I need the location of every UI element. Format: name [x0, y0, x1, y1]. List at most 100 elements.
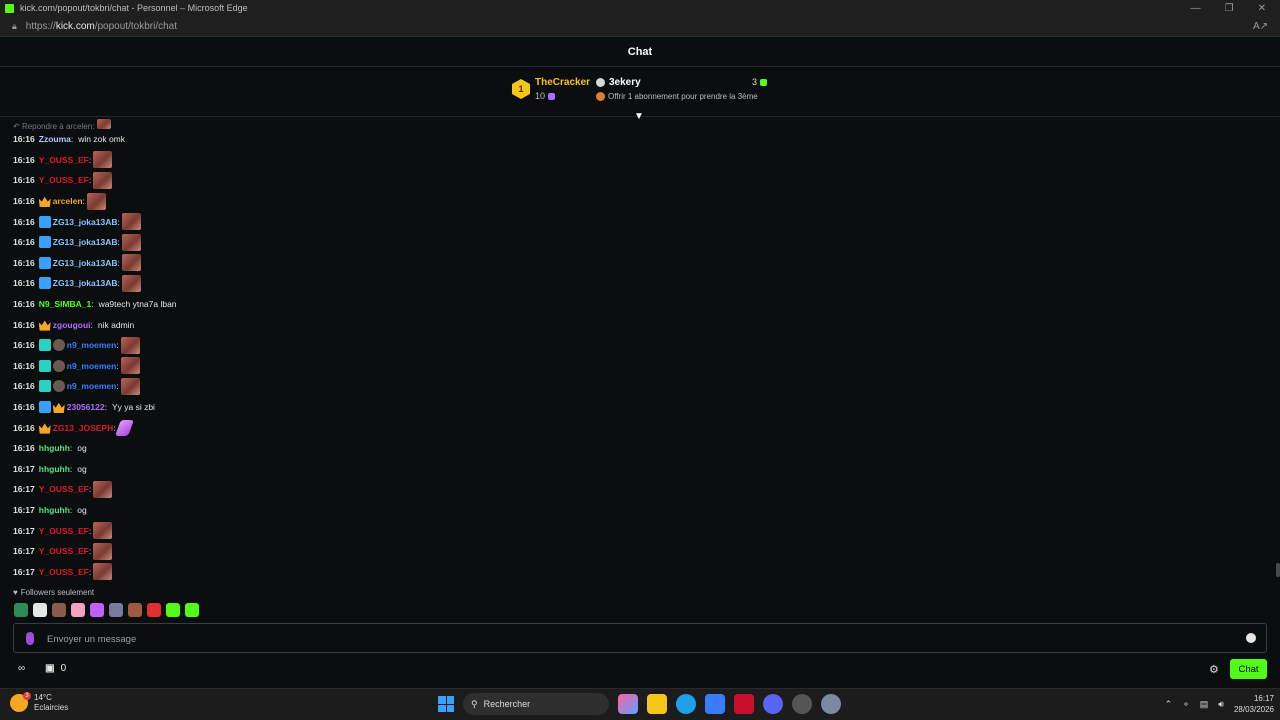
- message-username[interactable]: ZG13_joka13AB: [53, 278, 118, 288]
- emote-image[interactable]: [121, 213, 141, 231]
- emote-image[interactable]: [93, 522, 113, 540]
- url-text[interactable]: https://kick.com/popout/tokbri/chat: [26, 21, 177, 32]
- volume-icon[interactable]: 🔊︎: [1218, 699, 1224, 710]
- quick-emote-icon[interactable]: [90, 603, 104, 617]
- emoji-picker-icon[interactable]: [1246, 633, 1256, 643]
- chat-message: 16:17 Y_OUSS_EF:: [13, 520, 1263, 541]
- adobe-icon[interactable]: [734, 694, 754, 714]
- avatar-badge-icon: [52, 380, 65, 393]
- emote-image[interactable]: [93, 542, 113, 560]
- chat-message: 16:16 N9_SIMBA_1: wa9tech ytna7a lban: [13, 294, 1263, 315]
- message-username[interactable]: zgougoui: [53, 320, 91, 330]
- message-username[interactable]: hhguhh: [39, 443, 70, 453]
- quick-emote-icon[interactable]: [166, 603, 180, 617]
- message-username[interactable]: ZG13_joka13AB: [53, 258, 118, 268]
- blue-badge-icon: [38, 277, 51, 290]
- message-username[interactable]: arcelen: [53, 196, 83, 206]
- emote-image[interactable]: [121, 254, 141, 272]
- message-username[interactable]: Y_OUSS_EF: [39, 546, 89, 556]
- points-icon[interactable]: ∞: [18, 663, 25, 674]
- message-username[interactable]: Y_OUSS_EF: [39, 484, 89, 494]
- store-app-icon[interactable]: [705, 694, 725, 714]
- message-timestamp: 16:16: [13, 402, 35, 413]
- scrollbar-thumb[interactable]: [1276, 563, 1280, 577]
- message-username[interactable]: ZG13_joka13AB: [53, 237, 118, 247]
- blue-badge-icon: [38, 236, 51, 249]
- file-explorer-icon[interactable]: [647, 694, 667, 714]
- read-aloud-icon[interactable]: A↗: [1253, 21, 1268, 32]
- blue-badge-icon: [38, 215, 51, 228]
- message-username[interactable]: N9_SIMBA_1: [39, 299, 91, 309]
- crown-badge-icon: [38, 320, 51, 331]
- quick-emote-icon[interactable]: [185, 603, 199, 617]
- emote-image[interactable]: [86, 192, 106, 210]
- top-gifter-name[interactable]: TheCracker: [535, 77, 590, 88]
- message-username[interactable]: Y_OUSS_EF: [39, 526, 89, 536]
- send-chat-button[interactable]: Chat: [1230, 659, 1267, 679]
- message-separator: :: [116, 340, 119, 351]
- chat-message: 16:16 hhguhh: og: [13, 438, 1263, 459]
- message-input[interactable]: [47, 630, 1227, 648]
- top-gifter-count: 10: [535, 91, 556, 101]
- steam-icon[interactable]: [792, 694, 812, 714]
- points-count: 0: [60, 663, 67, 674]
- message-username[interactable]: n9_moemen: [67, 381, 117, 391]
- message-timestamp: 16:17: [13, 546, 35, 557]
- offer-text[interactable]: Offrir 1 abonnement pour prendre la 3ème: [608, 92, 758, 101]
- chevron-up-icon[interactable]: ⌃: [1165, 699, 1173, 710]
- emote-image[interactable]: [120, 336, 140, 354]
- quick-emote-icon[interactable]: [33, 603, 47, 617]
- close-button[interactable]: ✕: [1258, 3, 1266, 14]
- restore-button[interactable]: ❐: [1225, 3, 1234, 14]
- message-input-box[interactable]: [13, 623, 1267, 653]
- message-timestamp: 16:16: [13, 319, 35, 330]
- sub-icon: [760, 79, 768, 87]
- mic-tray-icon[interactable]: ⚬: [1182, 699, 1190, 710]
- store-icon[interactable]: ▣: [45, 663, 54, 674]
- minimize-button[interactable]: —: [1191, 3, 1201, 14]
- address-bar[interactable]: 🔒︎ https://kick.com/popout/tokbri/chat A…: [0, 16, 1280, 37]
- emote-image[interactable]: [121, 274, 141, 292]
- copilot-icon[interactable]: [618, 694, 638, 714]
- message-username[interactable]: 23056122: [67, 402, 105, 412]
- message-username[interactable]: Zzouma: [39, 134, 71, 144]
- settings-app-icon[interactable]: [821, 694, 841, 714]
- message-username[interactable]: n9_moemen: [67, 340, 117, 350]
- emote-image[interactable]: [93, 151, 113, 169]
- chat-message: 16:16 ZG13_JOSEPH:: [13, 417, 1263, 438]
- emote-image[interactable]: [120, 357, 140, 375]
- quick-emote-icon[interactable]: [147, 603, 161, 617]
- quick-emote-icon[interactable]: [14, 603, 28, 617]
- emote-image[interactable]: [121, 233, 141, 251]
- emote-image[interactable]: [120, 377, 140, 395]
- message-username[interactable]: Y_OUSS_EF: [39, 567, 89, 577]
- weather-widget[interactable]: 3 14°C Eclaircies: [10, 692, 68, 713]
- taskbar-search[interactable]: ⚲ Rechercher: [463, 693, 609, 715]
- emote-image[interactable]: [93, 563, 113, 580]
- emote-image[interactable]: [93, 480, 113, 498]
- edge-icon[interactable]: [676, 694, 696, 714]
- lock-icon[interactable]: 🔒︎: [12, 21, 17, 32]
- network-icon[interactable]: ▤: [1200, 699, 1209, 710]
- windows-start-icon[interactable]: [438, 696, 454, 712]
- message-username[interactable]: Y_OUSS_EF: [39, 175, 89, 185]
- message-text: win zok omk: [78, 134, 126, 145]
- message-username[interactable]: ZG13_JOSEPH: [53, 423, 113, 433]
- message-username[interactable]: ZG13_joka13AB: [53, 217, 118, 227]
- window-controls: — ❐ ✕: [1191, 3, 1280, 14]
- clock[interactable]: 16:17 28/03/2026: [1234, 693, 1274, 715]
- message-username[interactable]: hhguhh: [39, 505, 70, 515]
- message-username[interactable]: hhguhh: [39, 464, 70, 474]
- quick-emote-icon[interactable]: [128, 603, 142, 617]
- second-gifter-name[interactable]: 3ekery: [609, 77, 641, 88]
- emote-image[interactable]: [93, 171, 113, 189]
- quick-emote-icon[interactable]: [71, 603, 85, 617]
- mic-icon[interactable]: [26, 632, 34, 645]
- quick-emote-icon[interactable]: [52, 603, 66, 617]
- gear-icon[interactable]: ⚙: [1209, 663, 1219, 676]
- emote-image[interactable]: [114, 419, 134, 436]
- discord-icon[interactable]: [763, 694, 783, 714]
- quick-emote-icon[interactable]: [109, 603, 123, 617]
- message-username[interactable]: Y_OUSS_EF: [39, 155, 89, 165]
- message-username[interactable]: n9_moemen: [67, 361, 117, 371]
